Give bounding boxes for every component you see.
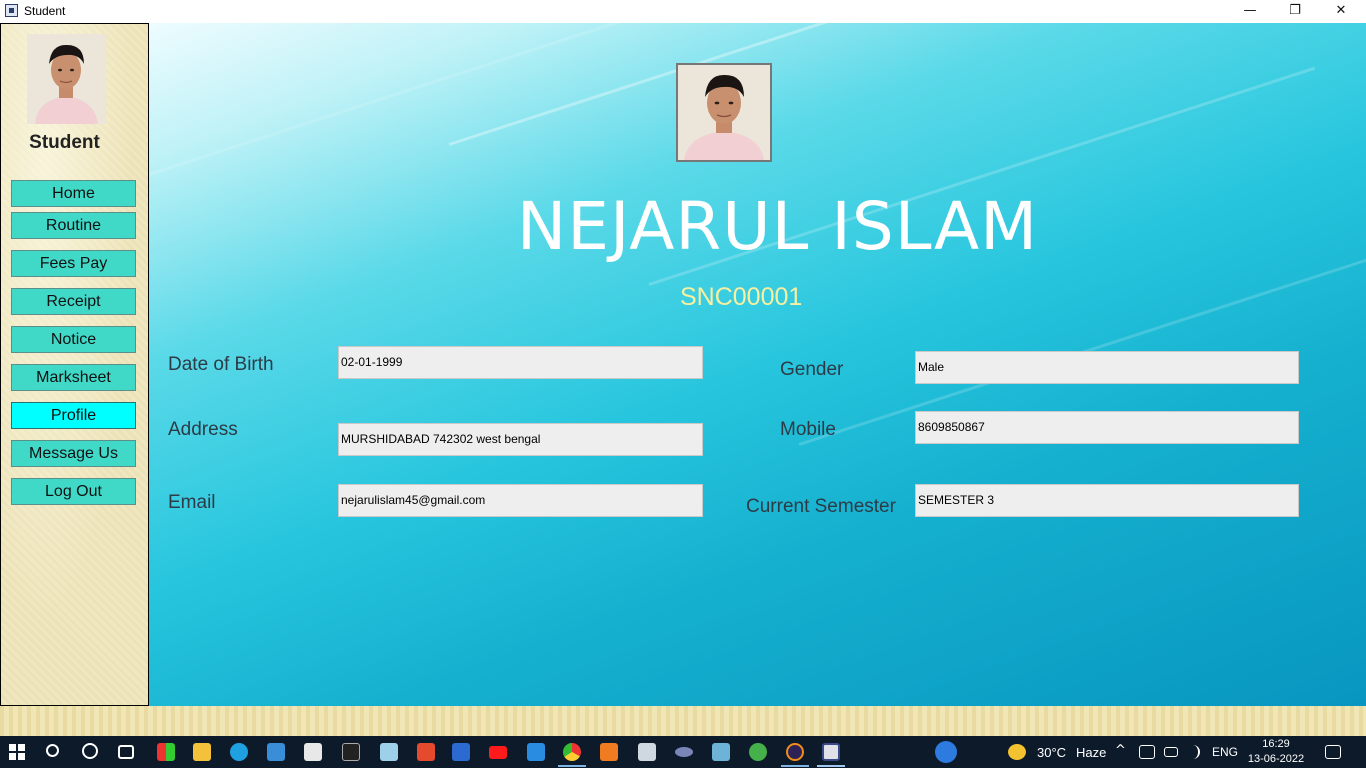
gender-field[interactable]: Male	[915, 351, 1299, 384]
clock-date[interactable]: 13-06-2022	[1245, 753, 1307, 765]
python-icon[interactable]	[712, 743, 730, 761]
title-bar: Student — ❐ ✕	[0, 0, 1366, 23]
sql-icon[interactable]	[638, 743, 656, 761]
notifications-icon[interactable]	[1325, 745, 1341, 759]
sidebar-item-log-out[interactable]: Log Out	[11, 478, 136, 505]
cortana-icon[interactable]	[82, 743, 98, 759]
search-icon[interactable]	[46, 744, 59, 757]
dob-field[interactable]: 02-01-1999	[338, 346, 703, 379]
utorrent-icon[interactable]	[749, 743, 767, 761]
sidebar-item-profile[interactable]: Profile	[11, 402, 136, 429]
help-icon[interactable]	[935, 741, 957, 763]
minimize-button[interactable]: —	[1227, 0, 1273, 23]
chevron-up-icon[interactable]: ^	[1115, 743, 1126, 758]
email-label: Email	[168, 492, 216, 513]
eclipse-running-indicator	[781, 765, 809, 767]
email-field[interactable]: nejarulislam45@gmail.com	[338, 484, 703, 517]
sidebar-item-receipt[interactable]: Receipt	[11, 288, 136, 315]
student-name: NEJARUL ISLAM	[516, 188, 1039, 265]
sidebar-item-message-us[interactable]: Message Us	[11, 440, 136, 467]
sidebar-item-routine[interactable]: Routine	[11, 212, 136, 239]
restore-button[interactable]: ❐	[1272, 0, 1318, 23]
bottom-strip	[0, 706, 1366, 736]
php-icon[interactable]	[675, 747, 693, 757]
weather-moon-icon	[1008, 744, 1026, 760]
language-indicator[interactable]: ENG	[1212, 745, 1238, 759]
sidebar-item-marksheet[interactable]: Marksheet	[11, 364, 136, 391]
network-icon[interactable]	[1139, 745, 1155, 759]
office-icon[interactable]	[417, 743, 435, 761]
edge-icon[interactable]	[230, 743, 248, 761]
semester-label: Current Semester	[746, 496, 896, 517]
sidebar-item-notice[interactable]: Notice	[11, 326, 136, 353]
notepad-icon[interactable]	[380, 743, 398, 761]
avatar	[27, 34, 106, 124]
mail-icon[interactable]	[304, 743, 322, 761]
vscode-icon[interactable]	[527, 743, 545, 761]
student-id: SNC00001	[680, 283, 803, 311]
address-field[interactable]: MURSHIDABAD 742302 west bengal	[338, 423, 703, 456]
gender-label: Gender	[780, 359, 844, 380]
taskbar: 30°C Haze ^ ENG 16:29 13-06-2022	[0, 736, 1366, 768]
background-streak	[448, 23, 1116, 146]
java-app-icon[interactable]	[822, 743, 840, 761]
xampp-icon[interactable]	[600, 743, 618, 761]
cmd-icon[interactable]	[342, 743, 360, 761]
chrome-icon[interactable]	[563, 743, 581, 761]
dob-label: Date of Birth	[168, 354, 274, 375]
sidebar-item-fees-pay[interactable]: Fees Pay	[11, 250, 136, 277]
java-app-active-indicator	[817, 765, 845, 767]
task-view-icon[interactable]	[118, 745, 134, 759]
close-button[interactable]: ✕	[1318, 0, 1364, 23]
sidebar: Student Home Routine Fees Pay Receipt No…	[0, 23, 149, 706]
sidebar-title: Student	[29, 132, 100, 153]
volume-icon[interactable]	[1186, 745, 1200, 759]
battery-icon[interactable]	[1164, 747, 1178, 757]
eclipse-icon[interactable]	[786, 743, 804, 761]
mobile-label: Mobile	[780, 419, 836, 440]
windows-start-icon[interactable]	[9, 744, 25, 760]
colorful-app-icon[interactable]	[157, 743, 175, 761]
weather-temp[interactable]: 30°C	[1037, 745, 1066, 760]
address-label: Address	[168, 419, 238, 440]
word-icon[interactable]	[452, 743, 470, 761]
background-streak	[149, 23, 625, 176]
chrome-running-indicator	[558, 765, 586, 767]
app-icon	[5, 4, 18, 17]
weather-desc[interactable]: Haze	[1076, 745, 1106, 760]
sidebar-item-home[interactable]: Home	[11, 180, 136, 207]
window-title: Student	[24, 4, 66, 18]
youtube-icon[interactable]	[489, 746, 507, 759]
remote-desktop-icon[interactable]	[267, 743, 285, 761]
profile-photo	[676, 63, 772, 162]
file-explorer-icon[interactable]	[193, 743, 211, 761]
semester-field[interactable]: SEMESTER 3	[915, 484, 1299, 517]
profile-panel: NEJARUL ISLAM SNC00001 Date of Birth 02-…	[149, 23, 1366, 706]
clock-time[interactable]: 16:29	[1245, 738, 1307, 750]
mobile-field[interactable]: 8609850867	[915, 411, 1299, 444]
